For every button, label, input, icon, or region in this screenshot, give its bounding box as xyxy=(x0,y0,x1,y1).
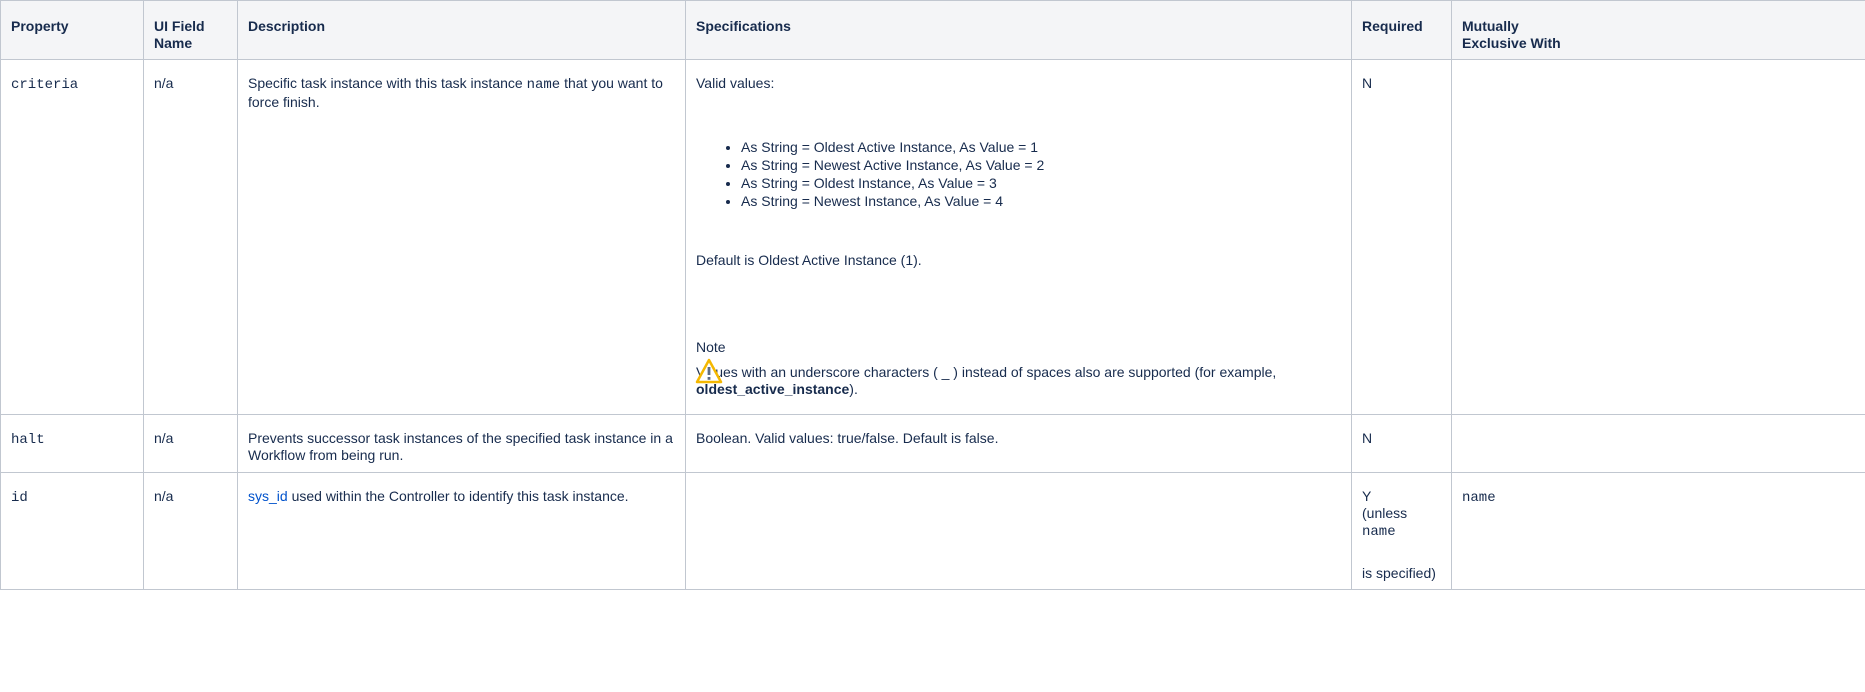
property-halt: halt xyxy=(0,414,144,473)
specifications-halt: Boolean. Valid values: true/false. Defau… xyxy=(685,414,1352,473)
description-id: sys_id used within the Controller to ide… xyxy=(237,472,686,590)
spec-intro: Valid values: xyxy=(696,75,775,91)
property-id: id xyxy=(0,472,144,590)
description-halt: Prevents successor task instances of the… xyxy=(237,414,686,473)
header-mutually-exclusive-with: Mutually Exclusive With xyxy=(1451,0,1865,60)
exclusive-id: name xyxy=(1451,472,1865,590)
list-item: As String = Oldest Active Instance, As V… xyxy=(741,138,1341,156)
header-row: Property UI Field Name Description Speci… xyxy=(0,0,1865,60)
property-criteria: criteria xyxy=(0,59,144,415)
exclusive-value: name xyxy=(1462,490,1496,506)
header-description: Description xyxy=(237,0,686,60)
ui-field-id: n/a xyxy=(143,472,238,590)
description-text: Specific task instance with this task in… xyxy=(248,75,527,91)
sys-id-link[interactable]: sys_id xyxy=(248,488,288,504)
description-text: used within the Controller to identify t… xyxy=(287,488,629,504)
required-id: Y (unless name is specified) xyxy=(1351,472,1452,590)
required-criteria: N xyxy=(1351,59,1452,415)
description-criteria: Specific task instance with this task in… xyxy=(237,59,686,415)
header-specifications: Specifications xyxy=(685,0,1352,60)
required-condition: (unless name xyxy=(1362,505,1441,541)
exclusive-halt xyxy=(1451,414,1865,473)
property-name: halt xyxy=(11,432,45,448)
ui-field-halt: n/a xyxy=(143,414,238,473)
table-row-criteria: criteria n/a Specific task instance with… xyxy=(0,59,1865,415)
valid-values-list: As String = Oldest Active Instance, As V… xyxy=(696,138,1341,210)
header-required: Required xyxy=(1351,0,1452,60)
note-text-end: ). xyxy=(849,381,858,397)
description-code: name xyxy=(526,77,561,93)
spec-default: Default is Oldest Active Instance (1). xyxy=(696,252,922,268)
property-name: id xyxy=(11,490,28,506)
specifications-id xyxy=(685,472,1352,590)
required-value: Y xyxy=(1362,488,1372,504)
exclusive-criteria xyxy=(1451,59,1865,415)
required-condition-text: (unless xyxy=(1362,505,1408,521)
required-halt: N xyxy=(1351,414,1452,473)
header-ui-field-name: UI Field Name xyxy=(143,0,238,60)
list-item: As String = Newest Instance, As Value = … xyxy=(741,192,1341,210)
ui-field-criteria: n/a xyxy=(143,59,238,415)
note-panel: Note Values with an underscore character… xyxy=(696,339,1341,398)
table-row-id: id n/a sys_id used within the Controller… xyxy=(0,472,1865,590)
required-condition-code: name xyxy=(1362,524,1396,540)
specifications-criteria: Valid values: As String = Oldest Active … xyxy=(685,59,1352,415)
properties-table: Property UI Field Name Description Speci… xyxy=(0,0,1865,590)
required-condition-end: is specified) xyxy=(1362,565,1436,581)
property-name: criteria xyxy=(11,77,79,93)
list-item: As String = Oldest Instance, As Value = … xyxy=(741,174,1341,192)
table-row-halt: halt n/a Prevents successor task instanc… xyxy=(0,414,1865,473)
note-text: Values with an underscore characters ( _… xyxy=(696,364,1277,380)
list-item: As String = Newest Active Instance, As V… xyxy=(741,156,1341,174)
header-property: Property xyxy=(0,0,144,60)
note-title: Note xyxy=(696,339,726,355)
